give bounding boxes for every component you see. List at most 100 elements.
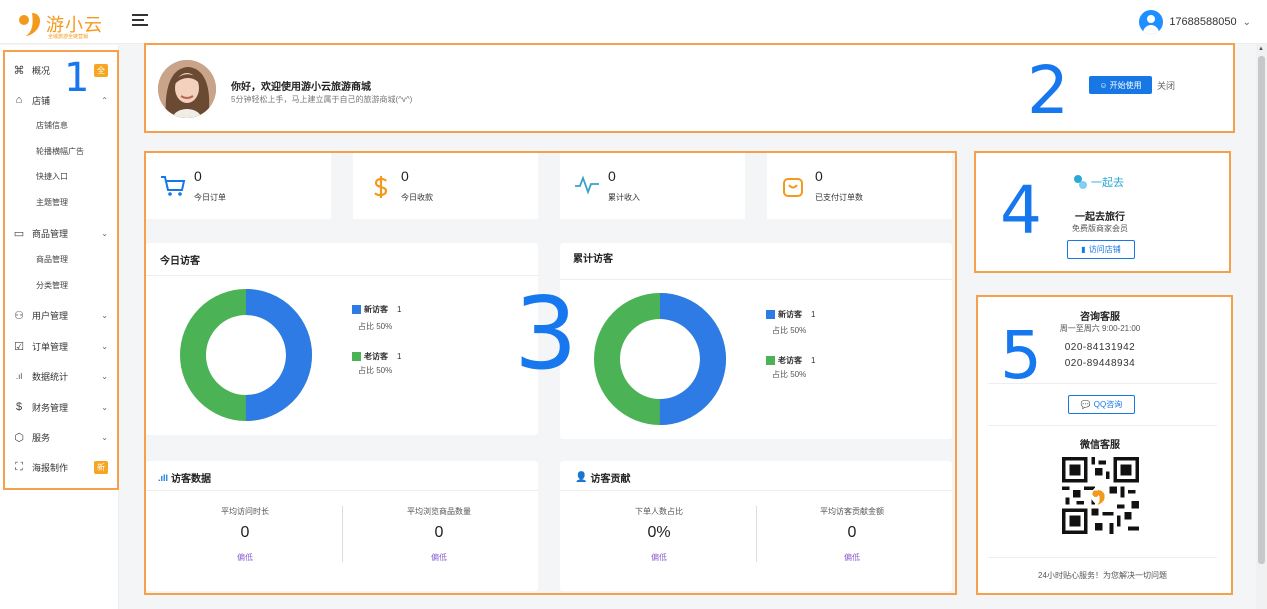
sidebar-item-label: 数据统计 (32, 371, 69, 382)
legend-old-count: 1 (811, 356, 816, 365)
user-menu[interactable]: 17688588050 ⌄ (1139, 9, 1251, 35)
wechat-qr-code (1062, 457, 1139, 534)
wechat-title: 微信客服 (1080, 440, 1120, 451)
legend-old-visitor: 老访客 1 (352, 351, 401, 362)
command-icon: ⌘ (13, 64, 25, 77)
user-avatar (1139, 10, 1164, 34)
chevron-down-icon: ⌄ (1242, 16, 1251, 28)
sidebar-item-finance[interactable]: $ 财务管理 ⌄ (12, 396, 112, 418)
metric-level: 偏低 (844, 553, 860, 562)
annotation-3: 3 (514, 275, 578, 392)
visitor-contribution-title: 访客贡献 (590, 474, 631, 485)
metric-level: 偏低 (431, 553, 447, 562)
service-phone-1[interactable]: 020-84131942 (1040, 342, 1160, 353)
divider (988, 425, 1217, 426)
checkbox-icon: ☑ (14, 340, 24, 353)
stat-card-total-income[interactable]: 0 累计收入 (560, 153, 745, 219)
sidebar-item-shop[interactable]: ⌂ 店铺 ⌃ (12, 89, 112, 111)
metric-label: 平均访问时长 (221, 507, 269, 516)
sidebar-item-label: 财务管理 (32, 402, 69, 413)
chat-bubble-icon: 💬 (1080, 400, 1091, 409)
service-phone-2[interactable]: 020-89448934 (1040, 358, 1160, 369)
sidebar-item-products[interactable]: ▭ 商品管理 ⌄ (12, 222, 112, 244)
stat-card-today-orders[interactable]: 0 今日订单 (146, 153, 331, 219)
start-button-label: 开始使用 (1109, 80, 1142, 90)
shop-icon: ▮ (1081, 245, 1086, 254)
metric-label: 平均访客贡献金额 (820, 507, 884, 516)
chevron-down-icon: ⌄ (101, 432, 108, 442)
sidebar-item-users[interactable]: ⚇ 用户管理 ⌄ (12, 304, 112, 326)
cart-icon (161, 176, 186, 196)
legend-swatch-old (352, 352, 361, 361)
sidebar-subitem-product-mgmt[interactable]: 商品管理 (36, 251, 68, 269)
map-icon: ⛶ (15, 460, 23, 473)
start-button[interactable]: ☺ 开始使用 (1089, 76, 1152, 94)
sidebar-subitem-banner-ads[interactable]: 轮播横幅广告 (36, 143, 84, 161)
dollar-icon: $ (15, 401, 23, 413)
stat-value: 0 (815, 168, 823, 184)
legend-old-label: 老访客 (364, 352, 388, 361)
page-scrollbar[interactable]: ▲ (1256, 44, 1267, 609)
sidebar-item-label: 商品管理 (32, 228, 69, 239)
shop-logo: 一起去 (1072, 174, 1124, 190)
today-visitors-donut (180, 289, 312, 421)
legend-new-label: 新访客 (364, 305, 388, 314)
sidebar-item-service[interactable]: ⬡ 服务 ⌄ (12, 426, 112, 448)
badge-new: 新 (94, 460, 108, 474)
sidebar-item-overview[interactable]: ⌘ 概况 全 (12, 59, 112, 81)
sidebar-item-poster[interactable]: ⛶ 海报制作 新 (12, 456, 112, 478)
service-footer: 24小时贴心服务！为您解决一切问题 (1038, 571, 1167, 580)
user-phone: 17688588050 (1169, 16, 1237, 28)
welcome-avatar (158, 60, 216, 118)
sidebar-subitem-shop-info[interactable]: 店铺信息 (36, 117, 68, 135)
sidebar-item-statistics[interactable]: .ıl 数据统计 ⌄ (12, 365, 112, 387)
sidebar-item-label: 概况 (32, 65, 51, 76)
badge-all: 全 (94, 63, 108, 77)
metric-level: 偏低 (237, 553, 253, 562)
legend-old-pct: 占比 50% (358, 366, 393, 375)
metric-label: 平均浏览商品数量 (407, 507, 471, 516)
sidebar-subitem-theme[interactable]: 主题管理 (36, 194, 68, 212)
home-icon: ⌂ (15, 94, 23, 106)
visit-shop-button[interactable]: ▮ 访问店铺 (1067, 240, 1135, 259)
sidebar-subitem-quick-entry[interactable]: 快捷入口 (36, 168, 68, 186)
visit-shop-label: 访问店铺 (1088, 245, 1121, 254)
sidebar-subitem-category[interactable]: 分类管理 (36, 277, 68, 295)
sidebar-item-label: 店铺 (32, 95, 51, 106)
legend-new-pct: 占比 50% (358, 322, 393, 331)
stat-value: 0 (401, 168, 409, 184)
service-title: 咨询客服 (1080, 312, 1120, 323)
legend-old-pct: 占比 50% (772, 370, 807, 379)
metric-value: 0% (647, 524, 671, 541)
legend-swatch-old (766, 356, 775, 365)
metric-level: 偏低 (651, 553, 667, 562)
panel-title-visitor-contribution: 👤 访客贡献 (575, 470, 630, 485)
legend-swatch-new (766, 310, 775, 319)
chevron-down-icon: ⌄ (101, 402, 108, 412)
legend-new-label: 新访客 (778, 310, 802, 319)
scroll-up-icon[interactable]: ▲ (1258, 46, 1264, 52)
qq-consult-button[interactable]: 💬 QQ咨询 (1068, 395, 1135, 414)
logo-tagline: 全域旅游全链营销 (48, 34, 89, 40)
stat-card-paid-orders[interactable]: 0 已支付订单数 (767, 153, 952, 219)
shop-name: 一起去旅行 (1075, 212, 1125, 223)
app-logo[interactable]: 游小云 全域旅游全链营销 (18, 9, 118, 40)
logo-mark-icon (19, 13, 40, 36)
chevron-down-icon: ⌄ (101, 310, 108, 320)
stat-label: 已支付订单数 (815, 193, 863, 202)
stat-value: 0 (608, 168, 616, 184)
welcome-subtitle: 5分钟轻松上手，马上建立属于自己的旅游商城(^v^) (231, 95, 413, 104)
close-welcome-link[interactable]: 关闭 (1157, 79, 1175, 92)
legend-new-visitor: 新访客 1 (766, 309, 815, 320)
cube-icon: ⬡ (14, 431, 24, 444)
sidebar-item-label: 服务 (32, 432, 51, 443)
stat-card-today-payments[interactable]: 0 今日收款 (353, 153, 538, 219)
annotation-2: 2 (1027, 52, 1069, 129)
stat-label: 今日订单 (194, 193, 226, 202)
sidebar-item-orders[interactable]: ☑ 订单管理 ⌄ (12, 335, 112, 357)
menu-toggle-icon[interactable] (132, 14, 148, 28)
divider (342, 506, 343, 562)
scrollbar-thumb[interactable] (1258, 56, 1265, 564)
legend-new-visitor: 新访客 1 (352, 304, 401, 315)
legend-new-pct: 占比 50% (772, 326, 807, 335)
